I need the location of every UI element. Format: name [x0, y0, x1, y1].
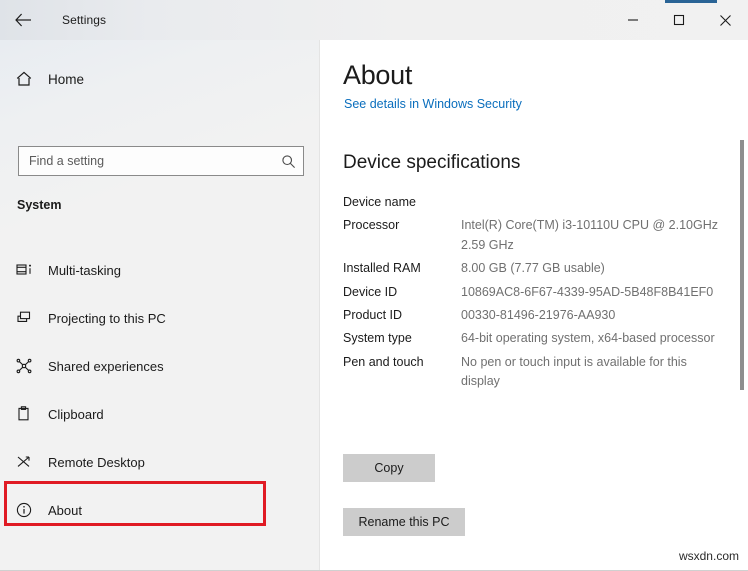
- spec-row: Pen and touch No pen or touch input is a…: [343, 353, 735, 392]
- remote-desktop-icon: [0, 438, 48, 486]
- sidebar-item-clipboard[interactable]: Clipboard: [0, 390, 320, 438]
- back-arrow-icon: [15, 13, 32, 27]
- spec-key: Device name: [343, 193, 461, 212]
- home-icon: [0, 70, 48, 88]
- projecting-icon: [0, 294, 48, 342]
- spec-key: Processor: [343, 216, 461, 255]
- device-specifications-heading: Device specifications: [343, 152, 520, 174]
- info-icon: [0, 486, 48, 534]
- spec-value: 10869AC8-6F67-4339-95AD-5B48F8B41EF0: [461, 283, 721, 302]
- spec-value: 00330-81496-21976-AA930: [461, 306, 721, 325]
- vertical-scrollbar[interactable]: [736, 40, 748, 571]
- sidebar-item-remote-desktop[interactable]: Remote Desktop: [0, 438, 320, 486]
- spec-value: No pen or touch input is available for t…: [461, 353, 721, 392]
- watermark: wsxdn.com: [679, 549, 739, 563]
- home-label: Home: [48, 72, 84, 87]
- maximize-icon: [673, 14, 685, 26]
- sidebar-item-label: Projecting to this PC: [48, 311, 166, 326]
- sidebar-item-label: About: [48, 503, 82, 518]
- sidebar-item-shared-experiences[interactable]: Shared experiences: [0, 342, 320, 390]
- spec-row: Processor Intel(R) Core(TM) i3-10110U CP…: [343, 216, 735, 255]
- maximize-button[interactable]: [656, 0, 702, 40]
- main-content: About See details in Windows Security De…: [321, 40, 748, 571]
- sidebar-item-label: Shared experiences: [48, 359, 164, 374]
- shared-experiences-icon: [0, 342, 48, 390]
- spec-row: Installed RAM 8.00 GB (7.77 GB usable): [343, 259, 735, 278]
- copy-button[interactable]: Copy: [343, 454, 435, 482]
- minimize-button[interactable]: [610, 0, 656, 40]
- window-title: Settings: [62, 13, 106, 27]
- search-input[interactable]: [19, 154, 273, 168]
- search-box[interactable]: [18, 146, 304, 176]
- sidebar-item-label: Multi-tasking: [48, 263, 121, 278]
- settings-window: Settings: [0, 0, 748, 571]
- spec-key: Pen and touch: [343, 353, 461, 392]
- close-icon: [719, 14, 732, 27]
- spec-value: 64-bit operating system, x64-based proce…: [461, 329, 721, 348]
- spec-row: Device name: [343, 193, 735, 212]
- sidebar: Home System: [0, 40, 320, 571]
- minimize-icon: [627, 14, 639, 26]
- sidebar-item-multi-tasking[interactable]: Multi-tasking: [0, 246, 320, 294]
- sidebar-item-about[interactable]: About: [0, 486, 320, 534]
- sidebar-section-title: System: [17, 198, 61, 212]
- spec-key: System type: [343, 329, 461, 348]
- multitasking-icon: [0, 246, 48, 294]
- spec-value: [461, 193, 721, 212]
- back-button[interactable]: [0, 0, 46, 40]
- title-bar: Settings: [0, 0, 748, 40]
- window-accent-line: [665, 0, 717, 3]
- spec-row: System type 64-bit operating system, x64…: [343, 329, 735, 348]
- spec-key: Product ID: [343, 306, 461, 325]
- clipboard-icon: [0, 390, 48, 438]
- spec-row: Product ID 00330-81496-21976-AA930: [343, 306, 735, 325]
- sidebar-item-home[interactable]: Home: [0, 62, 320, 96]
- spec-row: Device ID 10869AC8-6F67-4339-95AD-5B48F8…: [343, 283, 735, 302]
- spec-key: Device ID: [343, 283, 461, 302]
- device-specifications-table: Device name Processor Intel(R) Core(TM) …: [343, 193, 735, 395]
- search-icon[interactable]: [273, 154, 303, 169]
- sidebar-item-label: Clipboard: [48, 407, 104, 422]
- sidebar-nav-list: Multi-tasking Projecting to this PC: [0, 246, 320, 534]
- windows-security-link[interactable]: See details in Windows Security: [344, 97, 522, 111]
- sidebar-item-label: Remote Desktop: [48, 455, 145, 470]
- close-button[interactable]: [702, 0, 748, 40]
- scrollbar-thumb[interactable]: [740, 140, 744, 390]
- spec-value: 8.00 GB (7.77 GB usable): [461, 259, 721, 278]
- spec-key: Installed RAM: [343, 259, 461, 278]
- rename-pc-button[interactable]: Rename this PC: [343, 508, 465, 536]
- page-title: About: [343, 60, 412, 91]
- spec-value: Intel(R) Core(TM) i3-10110U CPU @ 2.10GH…: [461, 216, 721, 255]
- sidebar-item-projecting-to-this-pc[interactable]: Projecting to this PC: [0, 294, 320, 342]
